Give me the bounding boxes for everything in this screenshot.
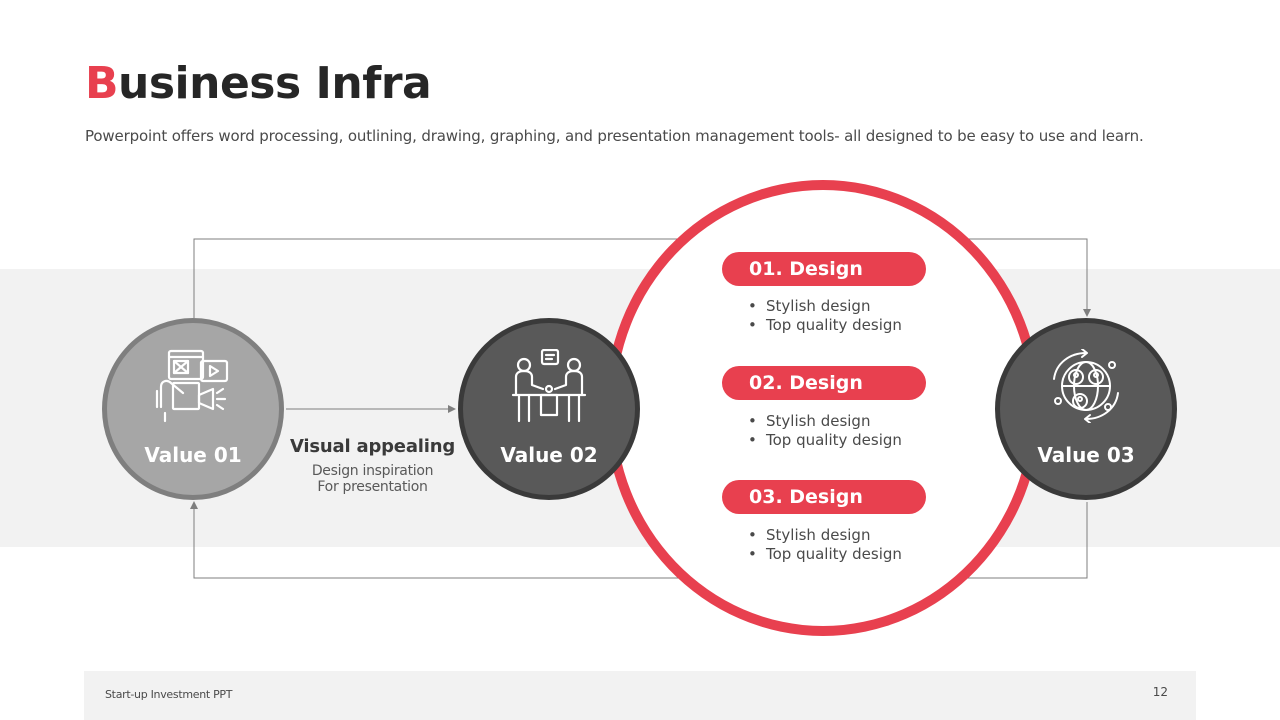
visual-caption: Visual appealing Design inspiration For …: [290, 436, 455, 495]
design-pill-3: 03. Design: [722, 480, 926, 514]
bullet-item: Top quality design: [748, 316, 902, 335]
design-pill-2: 02. Design: [722, 366, 926, 400]
design-ring: [605, 180, 1041, 636]
design-bullets-3: Stylish design Top quality design: [748, 526, 902, 564]
global-network-icon: [1053, 349, 1119, 423]
value-label: Value 01: [144, 443, 242, 467]
caption-line-1: Design inspiration: [311, 463, 434, 479]
value-node-2: Value 02: [458, 318, 640, 500]
bullet-item: Top quality design: [748, 431, 902, 450]
slide-footer: Start-up Investment PPT 12: [84, 671, 1196, 720]
design-bullets-1: Stylish design Top quality design: [748, 297, 902, 335]
design-pill-1: 01. Design: [722, 252, 926, 286]
bullet-item: Stylish design: [748, 297, 902, 316]
value-node-3: Value 03: [995, 318, 1177, 500]
value-label: Value 02: [500, 443, 598, 467]
value-node-1: Value 01: [102, 318, 284, 500]
web-design-icon: [155, 349, 229, 423]
design-bullets-2: Stylish design Top quality design: [748, 412, 902, 450]
caption-line-2: For presentation: [317, 479, 428, 495]
bullet-item: Stylish design: [748, 412, 902, 431]
handshake-meeting-icon: [511, 349, 587, 423]
footer-title: Start-up Investment PPT: [105, 688, 233, 701]
value-label: Value 03: [1037, 443, 1135, 467]
bullet-item: Top quality design: [748, 545, 902, 564]
caption-heading: Visual appealing: [290, 436, 456, 457]
page-number: 12: [1152, 685, 1168, 699]
bullet-item: Stylish design: [748, 526, 902, 545]
